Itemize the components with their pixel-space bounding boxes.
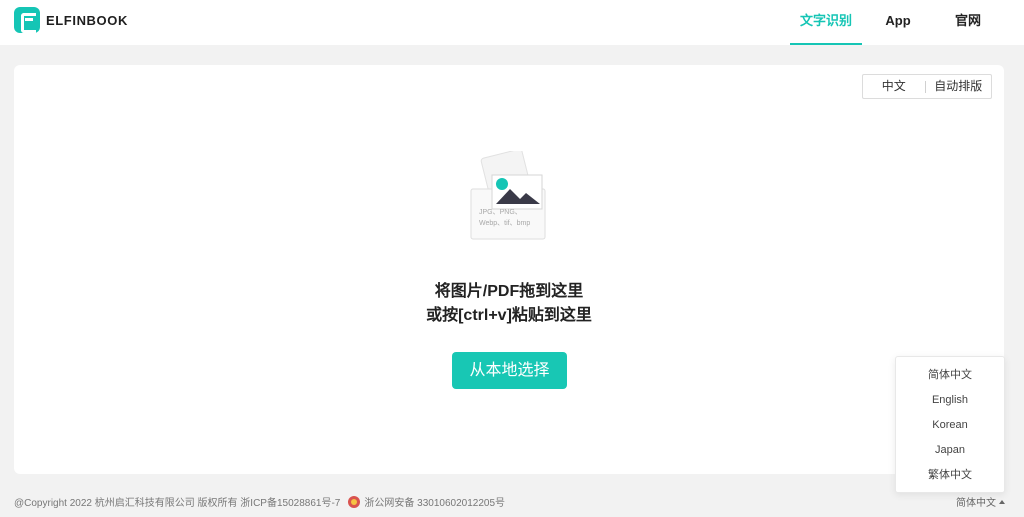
footer: @Copyright 2022 杭州启汇科技有限公司 版权所有 浙ICP备150… [14,494,505,509]
nav-text-recognition[interactable]: 文字识别 [790,0,862,45]
copyright-text: @Copyright 2022 杭州启汇科技有限公司 版权所有 浙ICP备150… [14,498,341,509]
upload-card[interactable]: 中文 自动排版 JPG、PNG、 Webp、tif、bmp 将图片/PDF拖到这… [14,65,1004,474]
top-navbar: ELFINBOOK 文字识别 App 官网 [0,0,1024,45]
drop-instruction: 将图片/PDF拖到这里 [434,283,584,300]
recognition-options: 中文 自动排版 [862,74,992,99]
language-option-english[interactable]: English [896,388,1004,413]
paste-instruction: 或按[ctrl+v]粘贴到这里 [426,307,592,324]
police-record-link[interactable]: 浙公网安备 33010602012205号 [364,494,505,509]
nav-official-site[interactable]: 官网 [942,0,994,45]
police-badge-icon [348,495,361,508]
language-option-korean[interactable]: Korean [896,413,1004,438]
language-dropdown-menu: 简体中文 English Korean Japan 繁体中文 [895,356,1005,493]
elfinbook-logo-icon [14,7,40,33]
auto-layout-button[interactable]: 自动排版 [926,75,991,98]
supported-formats-line1: JPG、PNG、 [479,209,522,216]
caret-up-icon [999,499,1005,504]
supported-formats-line2: Webp、tif、bmp [479,220,530,227]
logo-text: ELFINBOOK [46,12,128,28]
select-local-file-button[interactable]: 从本地选择 [452,352,567,389]
nav-app[interactable]: App [872,0,924,45]
language-option-traditional-chinese[interactable]: 繁体中文 [896,463,1004,488]
language-switcher[interactable]: 简体中文 [956,494,1005,509]
language-option-simplified-chinese[interactable]: 简体中文 [896,363,1004,388]
upload-image-icon: JPG、PNG、 Webp、tif、bmp [470,151,546,240]
language-chinese-button[interactable]: 中文 [863,75,925,98]
logo[interactable]: ELFINBOOK [14,7,128,33]
language-option-japanese[interactable]: Japan [896,438,1004,463]
current-language-label: 简体中文 [956,498,996,509]
